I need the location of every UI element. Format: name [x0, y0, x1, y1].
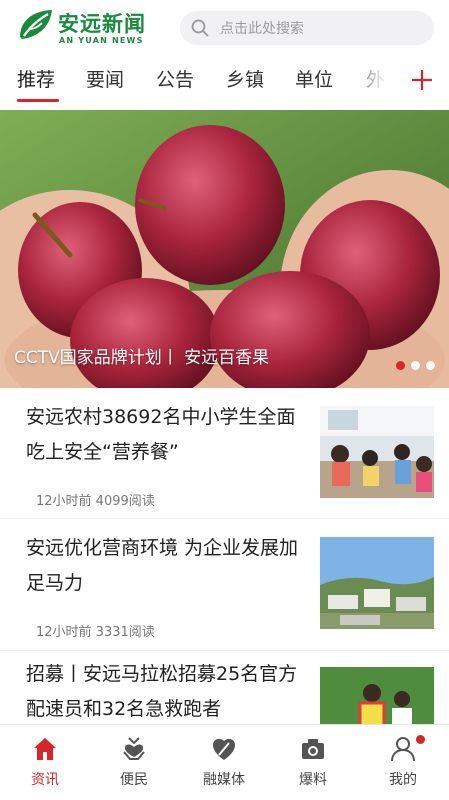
tab-units[interactable]: 单位 — [295, 65, 333, 92]
home-icon — [34, 738, 56, 760]
nav-report[interactable]: 爆料 — [268, 725, 358, 800]
news-title: 招募丨安远马拉松招募25名官方配速员和32名急救跑者 — [26, 663, 298, 720]
tab-headlines[interactable]: 要闻 — [86, 65, 124, 92]
search-input[interactable]: 点击此处搜索 — [180, 11, 434, 45]
active-tab-indicator — [17, 99, 59, 102]
bottom-navigation: 资讯 便民 融媒体 爆料 我的 — [0, 724, 449, 800]
nav-services[interactable]: 便民 — [89, 725, 179, 800]
nav-media[interactable]: 融媒体 — [179, 725, 269, 800]
search-placeholder: 点击此处搜索 — [220, 21, 304, 37]
logo-text: 安远新闻 — [58, 12, 146, 36]
logo-leaf-icon — [20, 10, 52, 39]
media-icon — [213, 738, 235, 760]
tab-scroll-fade — [345, 58, 405, 98]
carousel-indicator — [396, 361, 435, 370]
app-header: 安远新闻 AN YUAN NEWS 点击此处搜索 — [0, 0, 449, 56]
nav-label: 便民 — [120, 772, 148, 788]
app-logo: 安远新闻 AN YUAN NEWS — [16, 6, 166, 48]
news-item[interactable]: 安远农村38692名中小学生全面吃上安全“营养餐” 12小时前 4099阅读 — [0, 388, 449, 518]
nav-profile[interactable]: 我的 — [358, 725, 448, 800]
tab-announcements[interactable]: 公告 — [156, 65, 194, 92]
camera-icon — [302, 739, 324, 759]
news-thumbnail — [320, 406, 434, 498]
news-meta: 12小时前 3331阅读 — [36, 625, 155, 640]
nav-label: 我的 — [389, 772, 417, 788]
tab-recommend[interactable]: 推荐 — [17, 65, 55, 92]
news-title: 安远农村38692名中小学生全面吃上安全“营养餐” — [26, 406, 296, 463]
banner-caption: CCTV国家品牌计划丨 安远百香果 — [14, 348, 270, 368]
notification-badge — [416, 735, 425, 744]
search-icon — [191, 19, 209, 37]
logo-subtext: AN YUAN NEWS — [59, 36, 144, 45]
heart-hand-icon — [123, 737, 145, 760]
news-meta: 12小时前 4099阅读 — [36, 494, 155, 509]
user-icon — [391, 737, 415, 762]
news-title: 安远优化营商环境 为企业发展加足马力 — [26, 537, 299, 594]
carousel-dot[interactable] — [426, 361, 435, 370]
tab-towns[interactable]: 乡镇 — [226, 65, 264, 92]
nav-label: 资讯 — [31, 772, 59, 788]
carousel-dot[interactable] — [396, 361, 405, 370]
news-item[interactable]: 招募丨安远马拉松招募25名官方配速员和32名急救跑者 — [0, 651, 449, 759]
news-item[interactable]: 安远优化营商环境 为企业发展加足马力 12小时前 3331阅读 — [0, 519, 449, 650]
nav-label: 爆料 — [299, 772, 327, 788]
nav-label: 融媒体 — [203, 772, 245, 788]
nav-news[interactable]: 资讯 — [0, 725, 90, 800]
banner-carousel[interactable]: CCTV国家品牌计划丨 安远百香果 — [0, 110, 449, 388]
carousel-dot[interactable] — [411, 361, 420, 370]
app-screen: 安远新闻 AN YUAN NEWS 点击此处搜索 推荐 要闻 公告 乡镇 单位 … — [0, 0, 449, 800]
add-channel-icon[interactable] — [410, 68, 434, 92]
news-thumbnail — [320, 537, 434, 629]
